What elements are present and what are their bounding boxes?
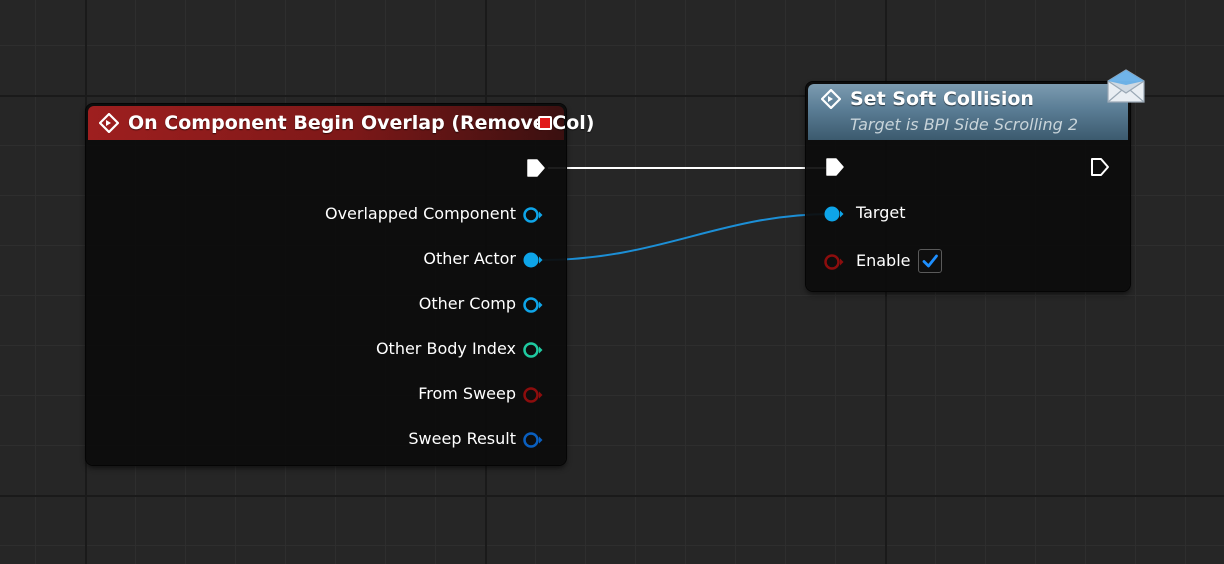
function-node-subtitle: Target is BPI Side Scrolling 2 bbox=[850, 115, 1079, 134]
exec-then-pin[interactable] bbox=[1090, 157, 1110, 177]
graph-canvas[interactable]: On Component Begin Overlap (Remove Col) … bbox=[0, 0, 1224, 564]
checkmark-icon bbox=[922, 254, 938, 268]
object-wire[interactable] bbox=[541, 213, 833, 261]
output-label-sweep-result: Sweep Result bbox=[408, 429, 516, 448]
output-pin-other-comp[interactable] bbox=[522, 295, 544, 315]
function-node-set-soft-collision[interactable]: Set Soft Collision Target is BPI Side Sc… bbox=[806, 69, 1145, 291]
output-label-other-comp: Other Comp bbox=[418, 294, 516, 313]
output-pin-other-actor[interactable] bbox=[522, 250, 544, 270]
event-node-title: On Component Begin Overlap (Remove Col) bbox=[128, 112, 595, 134]
event-diamond-icon bbox=[99, 113, 119, 133]
envelope-icon bbox=[1107, 69, 1145, 103]
function-diamond-icon bbox=[821, 89, 841, 109]
input-pin-target[interactable] bbox=[823, 204, 845, 224]
event-node-header[interactable]: On Component Begin Overlap (Remove Col) bbox=[88, 106, 594, 140]
enable-checkbox[interactable] bbox=[918, 249, 942, 273]
input-label-target: Target bbox=[856, 203, 906, 222]
event-node-on-component-begin-overlap[interactable]: On Component Begin Overlap (Remove Col) … bbox=[86, 104, 594, 465]
stop-icon[interactable] bbox=[538, 116, 552, 130]
output-pin-overlapped-component[interactable] bbox=[522, 205, 544, 225]
output-label-other-actor: Other Actor bbox=[423, 249, 516, 268]
function-node-header[interactable]: Set Soft Collision Target is BPI Side Sc… bbox=[808, 84, 1128, 140]
output-label-from-sweep: From Sweep bbox=[418, 384, 516, 403]
output-pin-other-body-index[interactable] bbox=[522, 340, 544, 360]
output-label-other-body-index: Other Body Index bbox=[375, 339, 516, 358]
exec-output-pin[interactable] bbox=[526, 158, 546, 178]
exec-input-pin[interactable] bbox=[825, 157, 845, 177]
output-pin-sweep-result[interactable] bbox=[522, 430, 544, 450]
function-node-title: Set Soft Collision bbox=[850, 88, 1034, 110]
output-pin-from-sweep[interactable] bbox=[522, 385, 544, 405]
input-label-enable: Enable bbox=[856, 251, 911, 270]
output-label-overlapped-component: Overlapped Component bbox=[324, 204, 516, 223]
input-pin-enable[interactable] bbox=[823, 252, 845, 272]
